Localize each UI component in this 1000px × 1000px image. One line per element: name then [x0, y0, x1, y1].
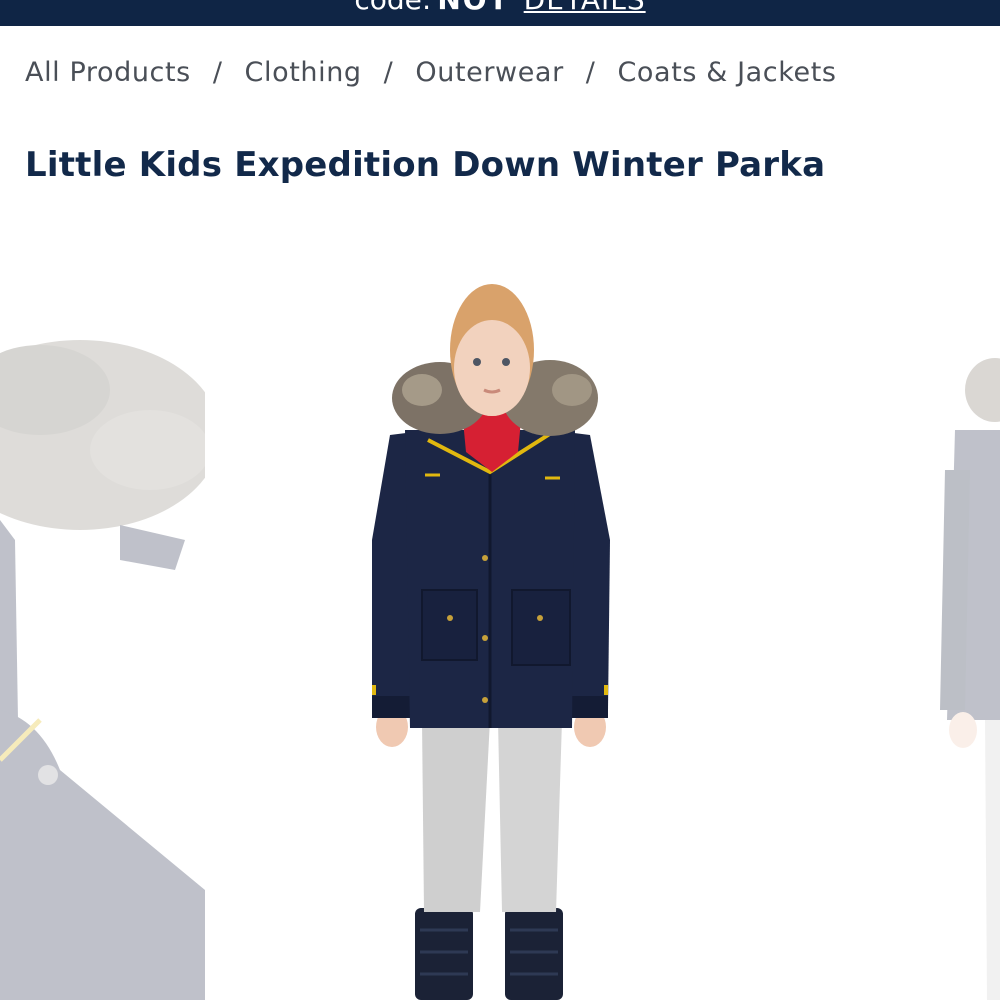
breadcrumb: All Products / Clothing / Outerwear / Co…: [25, 52, 837, 92]
product-title: Little Kids Expedition Down Winter Parka: [25, 145, 826, 185]
product-page: code: NOT DETAILS All Products / Clothing …: [0, 0, 1000, 1000]
parka-hood-closeup-icon: [0, 340, 205, 1000]
breadcrumb-separator: /: [383, 56, 394, 88]
promo-banner: code: NOT DETAILS: [0, 0, 1000, 26]
carousel-main-image[interactable]: [200, 240, 940, 1000]
breadcrumb-clothing[interactable]: Clothing: [245, 57, 362, 88]
breadcrumb-separator: /: [585, 56, 596, 88]
carousel-prev-image[interactable]: [0, 240, 205, 1000]
carousel-next-image[interactable]: [935, 240, 1000, 1000]
parka-model-side-icon: [940, 358, 1000, 1000]
parka-model-front-icon: [372, 284, 610, 1000]
promo-text: code:: [354, 0, 431, 16]
promo-details-link[interactable]: DETAILS: [524, 0, 646, 16]
breadcrumb-all-products[interactable]: All Products: [25, 57, 191, 88]
product-image-carousel[interactable]: [0, 240, 1000, 1000]
promo-code: NOT: [437, 0, 509, 16]
breadcrumb-outerwear[interactable]: Outerwear: [415, 57, 563, 88]
breadcrumb-separator: /: [212, 56, 223, 88]
breadcrumb-coats-jackets[interactable]: Coats & Jackets: [617, 57, 836, 88]
